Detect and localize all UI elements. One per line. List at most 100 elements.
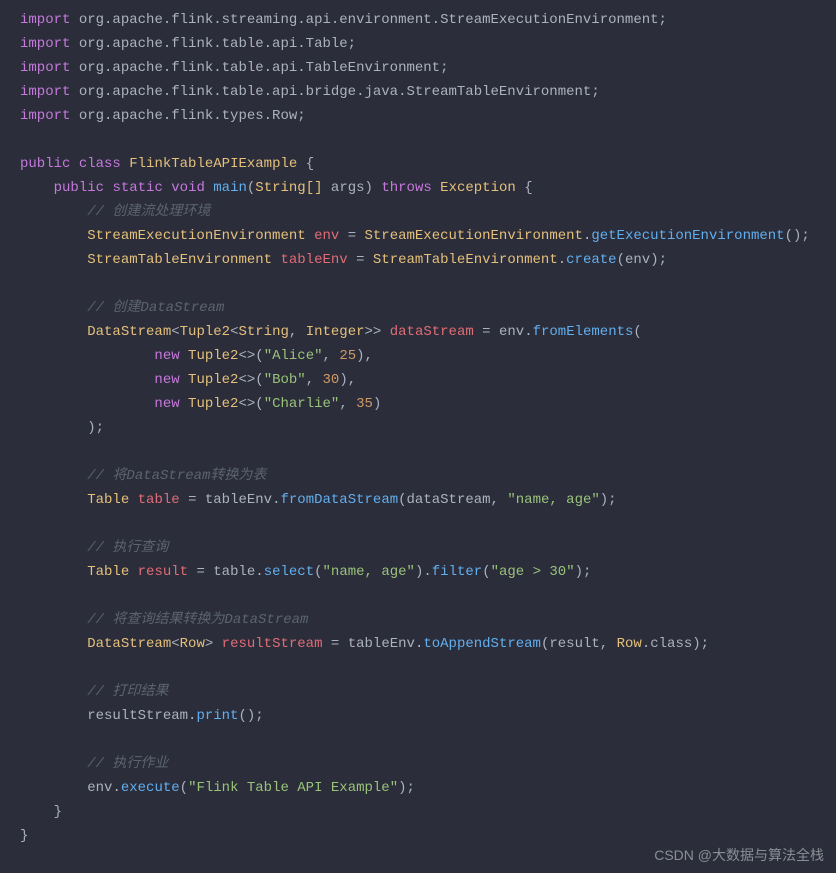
blank-line <box>20 128 836 152</box>
arg: env <box>625 252 650 268</box>
kw-public: public <box>54 180 104 196</box>
type: Table <box>87 564 129 580</box>
kw-import: import <box>20 108 70 124</box>
method-call: fromElements <box>533 324 634 340</box>
tuple-line: new Tuple2<>("Bob", 30), <box>20 368 836 392</box>
method-call: select <box>264 564 314 580</box>
type: Tuple2 <box>180 324 230 340</box>
statement: ); <box>20 416 836 440</box>
ref: env <box>87 780 112 796</box>
type: StreamTableEnvironment <box>87 252 272 268</box>
import-line: import org.apache.flink.table.api.Table; <box>20 32 836 56</box>
comment-line: // 执行查询 <box>20 536 836 560</box>
import-package: org.apache.flink.table.api.Table <box>79 36 348 52</box>
variable: env <box>314 228 339 244</box>
number-literal: 30 <box>323 372 340 388</box>
type: StreamExecutionEnvironment <box>365 228 583 244</box>
import-line: import org.apache.flink.table.api.bridge… <box>20 80 836 104</box>
type: Row <box>617 636 642 652</box>
comment: // 创建DataStream <box>87 300 224 316</box>
type: Row <box>180 636 205 652</box>
import-package: org.apache.flink.table.api.TableEnvironm… <box>79 60 440 76</box>
string-literal: "name, age" <box>323 564 415 580</box>
comment-line: // 创建DataStream <box>20 296 836 320</box>
param-name: args <box>331 180 365 196</box>
ref: table <box>213 564 255 580</box>
comment-line: // 创建流处理环境 <box>20 200 836 224</box>
method-call: filter <box>432 564 482 580</box>
statement: DataStream<Row> resultStream = tableEnv.… <box>20 632 836 656</box>
param-type: String[] <box>255 180 322 196</box>
method-name: main <box>213 180 247 196</box>
close-brace: } <box>20 800 836 824</box>
comment: // 将DataStream转换为表 <box>87 468 266 484</box>
code-editor: import org.apache.flink.streaming.api.en… <box>20 8 836 848</box>
comment-line: // 将DataStream转换为表 <box>20 464 836 488</box>
number-literal: 35 <box>356 396 373 412</box>
method-call: execute <box>121 780 180 796</box>
kw-throws: throws <box>381 180 431 196</box>
kw-import: import <box>20 36 70 52</box>
comment-line: // 执行作业 <box>20 752 836 776</box>
tuple-line: new Tuple2<>("Alice", 25), <box>20 344 836 368</box>
type: Integer <box>306 324 365 340</box>
string-literal: "Alice" <box>264 348 323 364</box>
type: DataStream <box>87 636 171 652</box>
blank-line <box>20 440 836 464</box>
kw-import: import <box>20 84 70 100</box>
type: DataStream <box>87 324 171 340</box>
method-decl: public static void main(String[] args) t… <box>20 176 836 200</box>
kw-import: import <box>20 12 70 28</box>
ref: resultStream <box>87 708 188 724</box>
method-call: fromDataStream <box>281 492 399 508</box>
ref: tableEnv <box>348 636 415 652</box>
ref: tableEnv <box>205 492 272 508</box>
throws-type: Exception <box>440 180 516 196</box>
method-call: getExecutionEnvironment <box>591 228 784 244</box>
string-literal: "age > 30" <box>491 564 575 580</box>
blank-line <box>20 584 836 608</box>
class-ref: class <box>650 636 692 652</box>
type: Table <box>87 492 129 508</box>
kw-class: class <box>79 156 121 172</box>
kw-new: new <box>154 372 179 388</box>
statement: Table table = tableEnv.fromDataStream(da… <box>20 488 836 512</box>
import-package: org.apache.flink.table.api.bridge.java.S… <box>79 84 591 100</box>
variable: dataStream <box>390 324 474 340</box>
comment: // 执行查询 <box>87 540 168 556</box>
string-literal: "name, age" <box>507 492 599 508</box>
kw-import: import <box>20 60 70 76</box>
class-decl: public class FlinkTableAPIExample { <box>20 152 836 176</box>
arg: dataStream <box>407 492 491 508</box>
kw-new: new <box>154 348 179 364</box>
string-literal: "Charlie" <box>264 396 340 412</box>
statement: env.execute("Flink Table API Example"); <box>20 776 836 800</box>
statement: StreamExecutionEnvironment env = StreamE… <box>20 224 836 248</box>
method-call: print <box>196 708 238 724</box>
comment: // 将查询结果转换为DataStream <box>87 612 308 628</box>
statement: DataStream<Tuple2<String, Integer>> data… <box>20 320 836 344</box>
class-name: FlinkTableAPIExample <box>129 156 297 172</box>
blank-line <box>20 272 836 296</box>
comment: // 创建流处理环境 <box>87 204 210 220</box>
type: StreamTableEnvironment <box>373 252 558 268</box>
comment: // 执行作业 <box>87 756 168 772</box>
comment-line: // 打印结果 <box>20 680 836 704</box>
statement: StreamTableEnvironment tableEnv = Stream… <box>20 248 836 272</box>
type: StreamExecutionEnvironment <box>87 228 305 244</box>
import-package: org.apache.flink.types.Row <box>79 108 297 124</box>
variable: tableEnv <box>280 252 347 268</box>
kw-new: new <box>154 396 179 412</box>
kw-void: void <box>171 180 205 196</box>
blank-line <box>20 656 836 680</box>
tuple-line: new Tuple2<>("Charlie", 35) <box>20 392 836 416</box>
import-line: import org.apache.flink.table.api.TableE… <box>20 56 836 80</box>
import-line: import org.apache.flink.types.Row; <box>20 104 836 128</box>
blank-line <box>20 512 836 536</box>
comment: // 打印结果 <box>87 684 168 700</box>
number-literal: 25 <box>339 348 356 364</box>
statement: Table result = table.select("name, age")… <box>20 560 836 584</box>
variable: result <box>138 564 188 580</box>
string-literal: "Flink Table API Example" <box>188 780 398 796</box>
comment-line: // 将查询结果转换为DataStream <box>20 608 836 632</box>
